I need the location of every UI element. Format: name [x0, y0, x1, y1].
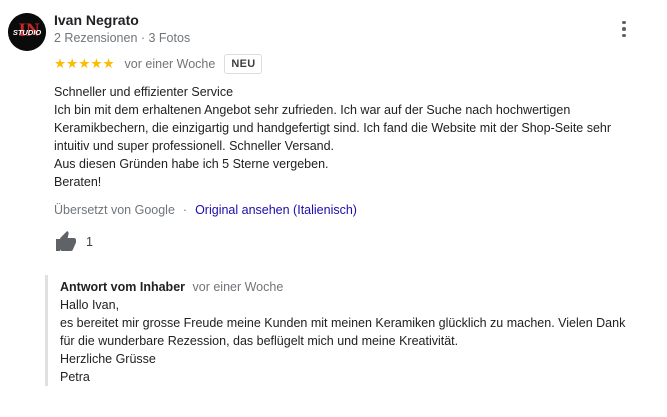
review-line: intuitiv und super professionell. Schnel…: [54, 139, 335, 153]
star-rating: ★ ★ ★ ★ ★: [54, 57, 115, 71]
reply-line: Petra: [60, 370, 90, 384]
separator: ·: [182, 203, 188, 217]
review-line: Aus diesen Gründen habe ich 5 Sterne ver…: [54, 157, 329, 171]
review-time: vor einer Woche: [124, 57, 216, 71]
like-count: 1: [86, 235, 93, 249]
avatar[interactable]: IN STUDIO: [8, 13, 46, 51]
owner-reply: Antwort vom Inhaber vor einer Woche Hall…: [45, 275, 660, 386]
reviewer-name[interactable]: Ivan Negrato: [54, 12, 139, 28]
review-line: Beraten!: [54, 175, 102, 189]
translated-by: Übersetzt von Google: [54, 203, 175, 217]
star-icon: ★: [102, 56, 115, 72]
owner-reply-header: Antwort vom Inhaber vor einer Woche: [60, 278, 660, 296]
new-badge: NEU: [224, 54, 263, 74]
review-line: Keramikbechern, die einzigartig und hand…: [54, 121, 612, 135]
reply-line: es bereitet mir grosse Freude meine Kund…: [60, 316, 626, 330]
reviewer-meta: 2 Rezensionen · 3 Fotos: [54, 31, 191, 45]
translation-row: Übersetzt von Google · Original ansehen …: [54, 201, 357, 219]
view-original-link[interactable]: Original ansehen (Italienisch): [195, 201, 357, 219]
review-text: Schneller und effizienter Service Ich bi…: [54, 83, 654, 191]
rating-row: ★ ★ ★ ★ ★ vor einer Woche NEU: [54, 53, 263, 75]
owner-reply-text: Hallo Ivan, es bereitet mir grosse Freud…: [60, 296, 660, 386]
more-vert-icon[interactable]: [613, 18, 635, 40]
reply-line: Herzliche Grüsse: [60, 352, 156, 366]
review-line: Schneller und effizienter Service: [54, 85, 234, 99]
like-button[interactable]: 1: [54, 230, 93, 254]
reply-line: Hallo Ivan,: [60, 298, 120, 312]
star-icon: ★: [54, 56, 67, 72]
owner-reply-time: vor einer Woche: [192, 280, 284, 294]
avatar-text: STUDIO: [13, 28, 42, 37]
avatar-logo: IN STUDIO: [8, 13, 46, 51]
star-icon: ★: [90, 56, 103, 72]
thumbs-up-icon: [56, 231, 76, 251]
star-icon: ★: [66, 56, 79, 72]
star-icon: ★: [78, 56, 91, 72]
review-line: Ich bin mit dem erhaltenen Angebot sehr …: [54, 103, 571, 117]
owner-reply-title: Antwort vom Inhaber: [60, 280, 186, 294]
reply-line: für die wunderbare Rezession, das beflüg…: [60, 334, 459, 348]
